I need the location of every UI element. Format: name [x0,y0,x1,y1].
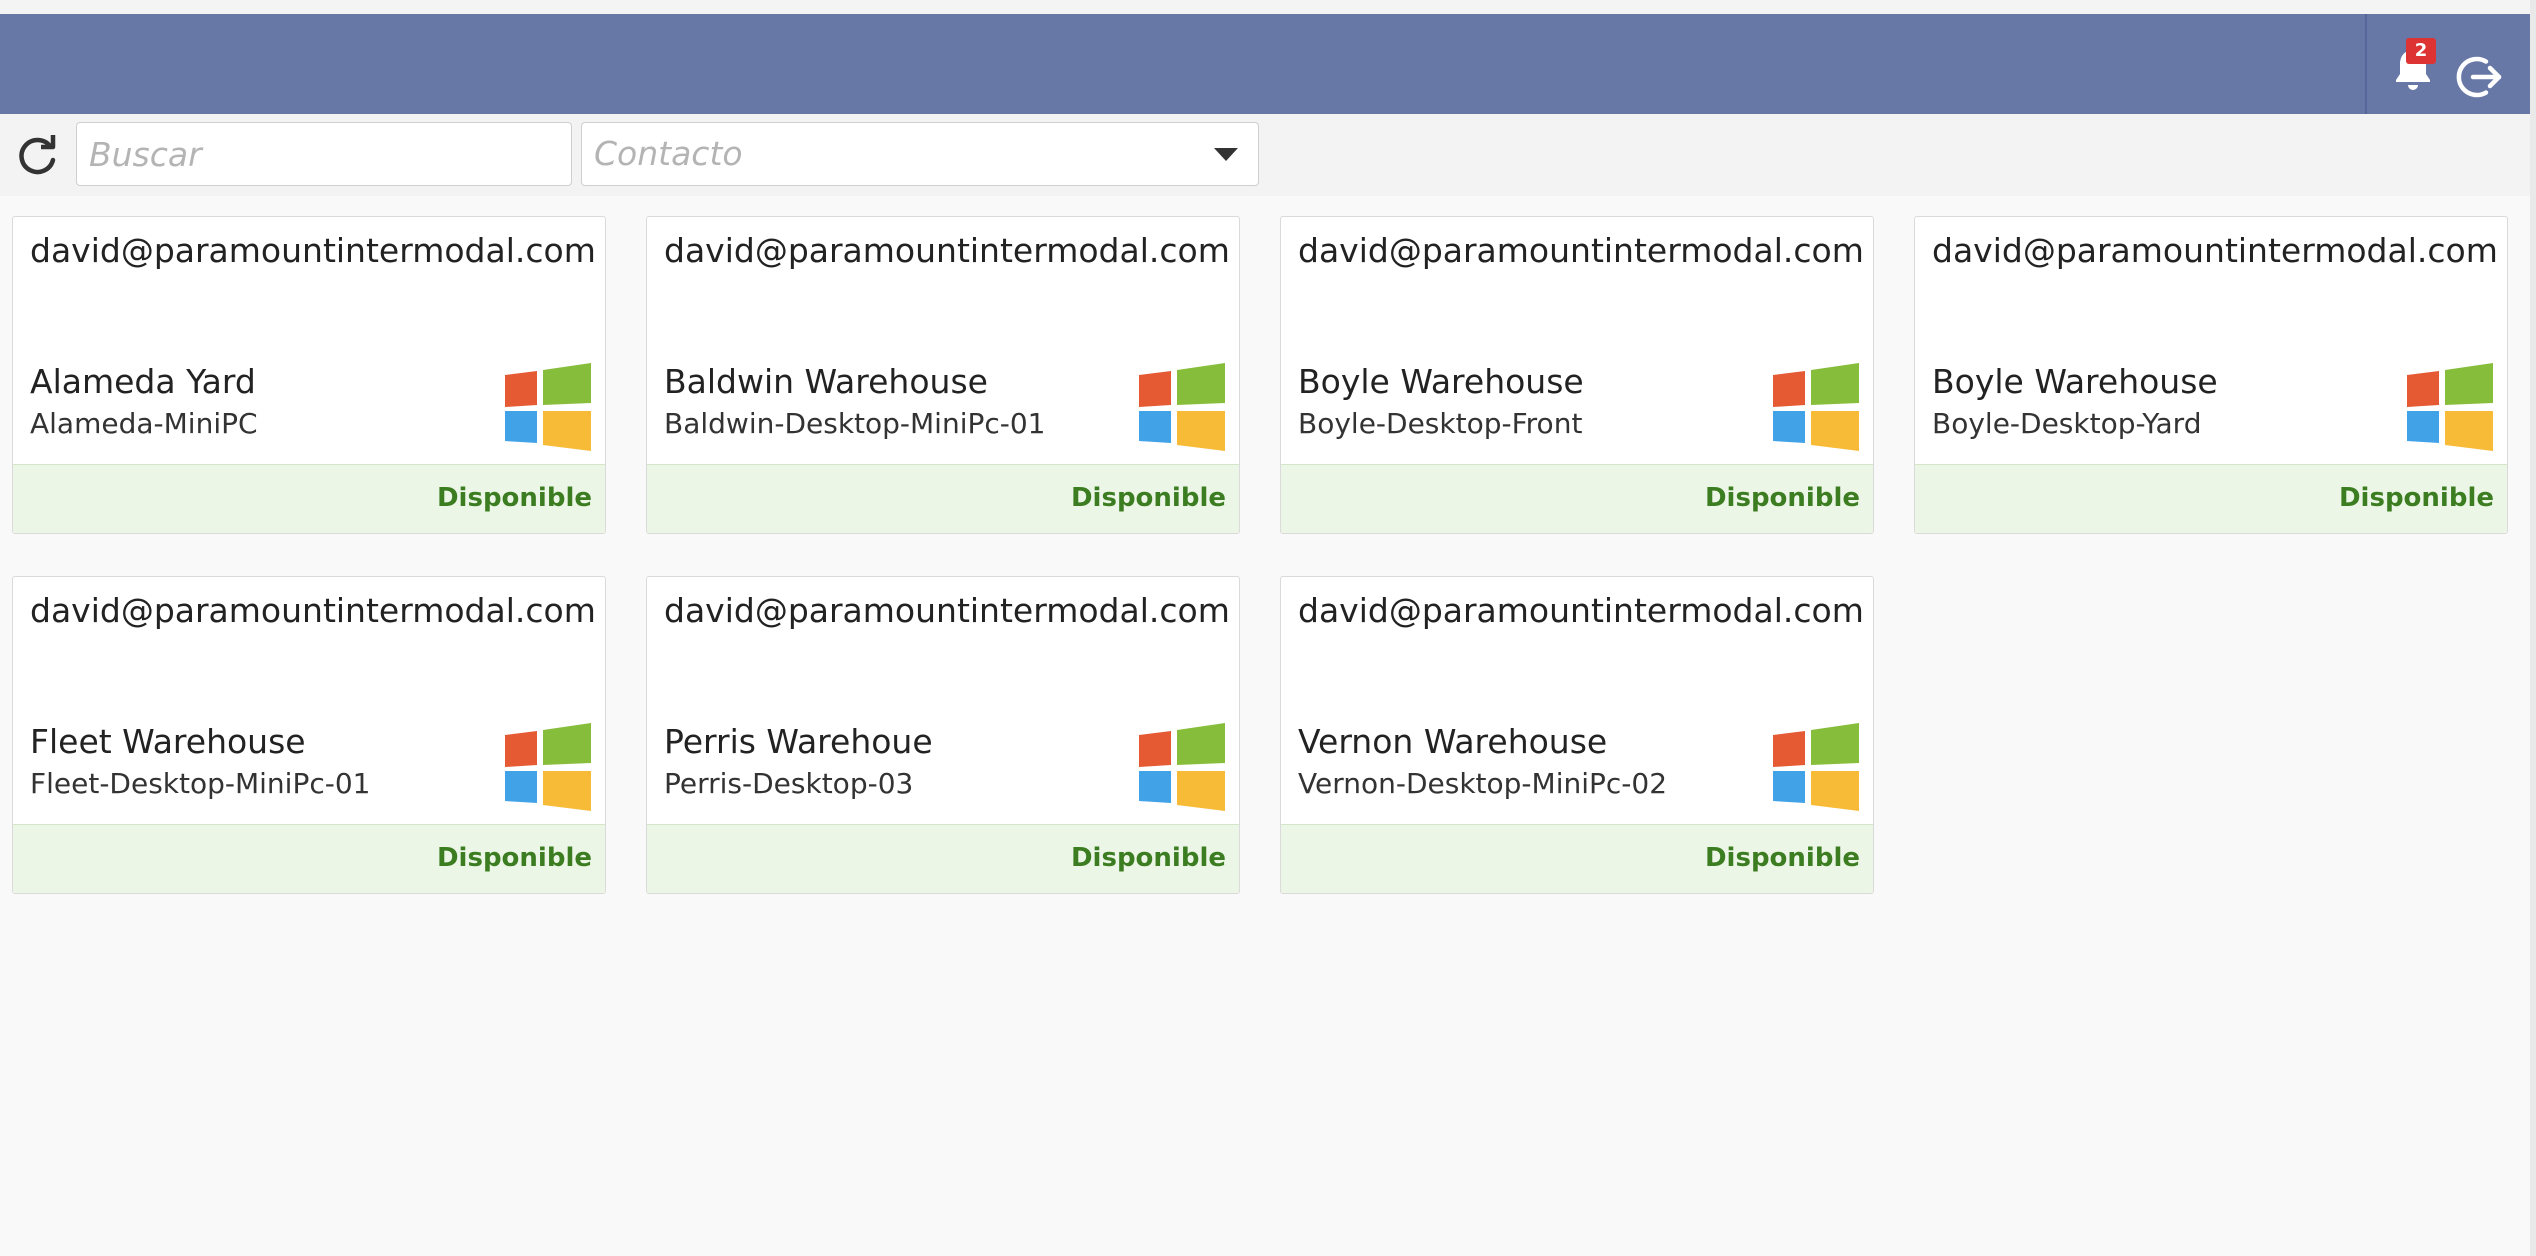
device-email: david@paramountintermodal.com [30,591,596,630]
device-hostname: Perris-Desktop-03 [664,767,914,800]
status-badge: Disponible [1070,483,1226,513]
windows-icon [1773,363,1859,451]
caret-down-icon [1214,148,1238,161]
device-hostname: Boyle-Desktop-Front [1298,407,1583,440]
device-card-footer: Disponible [647,824,1239,893]
notification-badge: 2 [2406,38,2436,64]
device-email: david@paramountintermodal.com [664,591,1230,630]
device-name: Boyle Warehouse [1932,362,2218,401]
windows-icon [2407,363,2493,451]
windows-icon [1139,363,1225,451]
contact-select-placeholder: Contacto [594,134,743,173]
device-hostname: Fleet-Desktop-MiniPc-01 [30,767,371,800]
device-card[interactable]: david@paramountintermodal.com Baldwin Wa… [646,216,1240,534]
windows-icon [1773,723,1859,811]
app-header: 2 [0,14,2530,114]
status-badge: Disponible [436,483,592,513]
device-card-footer: Disponible [1915,464,2507,533]
device-hostname: Alameda-MiniPC [30,407,258,440]
device-card[interactable]: david@paramountintermodal.com Fleet Ware… [12,576,606,894]
device-hostname: Vernon-Desktop-MiniPc-02 [1298,767,1668,800]
device-name: Perris Warehoue [664,722,933,761]
device-name: Baldwin Warehouse [664,362,988,401]
device-name: Alameda Yard [30,362,256,401]
device-email: david@paramountintermodal.com [30,231,596,270]
device-card[interactable]: david@paramountintermodal.com Alameda Ya… [12,216,606,534]
device-hostname: Boyle-Desktop-Yard [1932,407,2202,440]
device-name: Boyle Warehouse [1298,362,1584,401]
device-email: david@paramountintermodal.com [1298,591,1864,630]
device-grid: david@paramountintermodal.com Alameda Ya… [12,216,2508,894]
logout-icon[interactable] [2455,52,2505,102]
status-badge: Disponible [1704,483,1860,513]
device-name: Vernon Warehouse [1298,722,1608,761]
device-card-footer: Disponible [1281,824,1873,893]
device-card-footer: Disponible [647,464,1239,533]
search-input[interactable] [76,122,572,186]
header-divider [2365,14,2367,114]
refresh-icon[interactable] [14,132,60,178]
windows-icon [505,723,591,811]
toolbar: Contacto [0,114,2530,196]
device-card[interactable]: david@paramountintermodal.com Perris War… [646,576,1240,894]
device-email: david@paramountintermodal.com [1298,231,1864,270]
device-name: Fleet Warehouse [30,722,306,761]
windows-icon [505,363,591,451]
status-badge: Disponible [1070,843,1226,873]
status-badge: Disponible [436,843,592,873]
windows-icon [1139,723,1225,811]
device-email: david@paramountintermodal.com [1932,231,2498,270]
device-card[interactable]: david@paramountintermodal.com Boyle Ware… [1914,216,2508,534]
device-hostname: Baldwin-Desktop-MiniPc-01 [664,407,1046,440]
device-email: david@paramountintermodal.com [664,231,1230,270]
device-card[interactable]: david@paramountintermodal.com Boyle Ware… [1280,216,1874,534]
device-card-footer: Disponible [1281,464,1873,533]
window-top-strip [0,0,2536,14]
device-card[interactable]: david@paramountintermodal.com Vernon War… [1280,576,1874,894]
device-card-footer: Disponible [13,824,605,893]
status-badge: Disponible [2338,483,2494,513]
contact-select[interactable]: Contacto [581,122,1259,186]
window-right-edge [2530,0,2536,1256]
status-badge: Disponible [1704,843,1860,873]
device-card-footer: Disponible [13,464,605,533]
